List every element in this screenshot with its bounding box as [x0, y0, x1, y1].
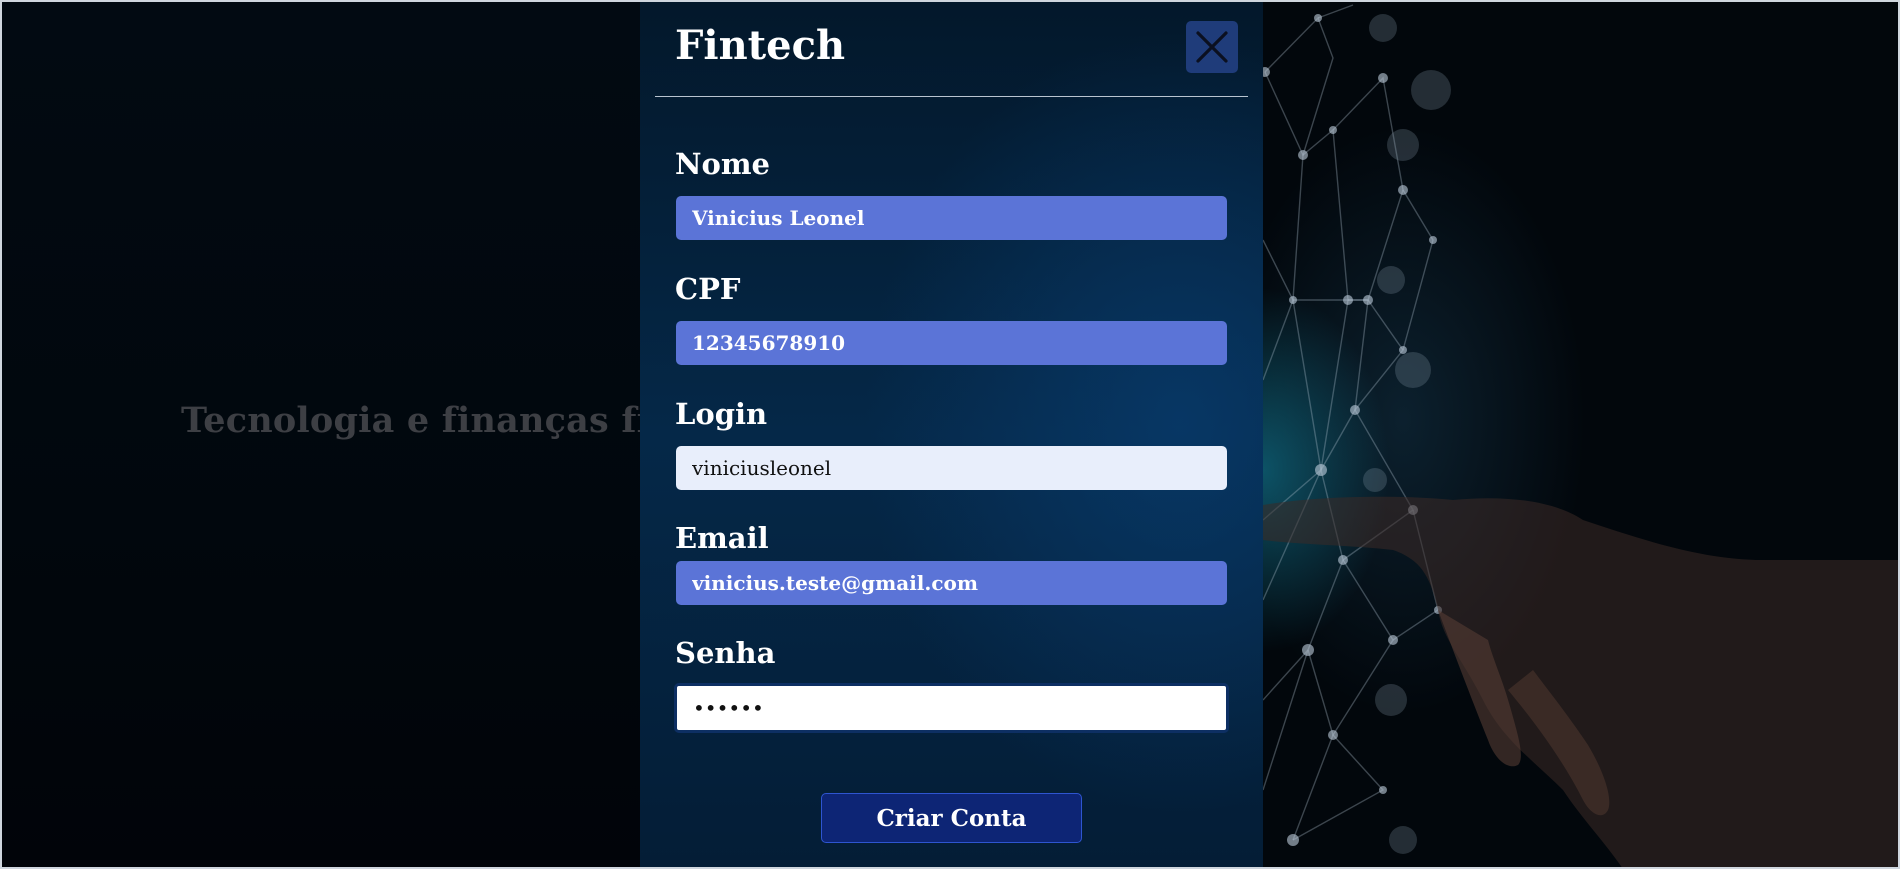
email-label: Email — [675, 521, 769, 555]
create-account-modal: Fintech Nome CPF Login Email Senha Criar… — [640, 2, 1263, 867]
close-icon — [1196, 31, 1228, 63]
close-button[interactable] — [1186, 21, 1238, 73]
cpf-label: CPF — [675, 272, 741, 306]
page: Tecnologia e finanças finalm Fintech Nom… — [0, 0, 1900, 869]
senha-label: Senha — [675, 636, 776, 670]
background-network-image — [1263, 0, 1900, 869]
login-input[interactable] — [676, 446, 1227, 490]
network-graphic — [1263, 4, 1900, 869]
nome-label: Nome — [675, 147, 770, 181]
modal-title: Fintech — [675, 22, 846, 69]
criar-conta-button[interactable]: Criar Conta — [821, 793, 1082, 843]
login-label: Login — [675, 397, 768, 431]
header-divider — [655, 96, 1248, 97]
senha-input[interactable] — [674, 683, 1229, 733]
nome-input[interactable] — [676, 196, 1227, 240]
cpf-input[interactable] — [676, 321, 1227, 365]
email-input[interactable] — [676, 561, 1227, 605]
